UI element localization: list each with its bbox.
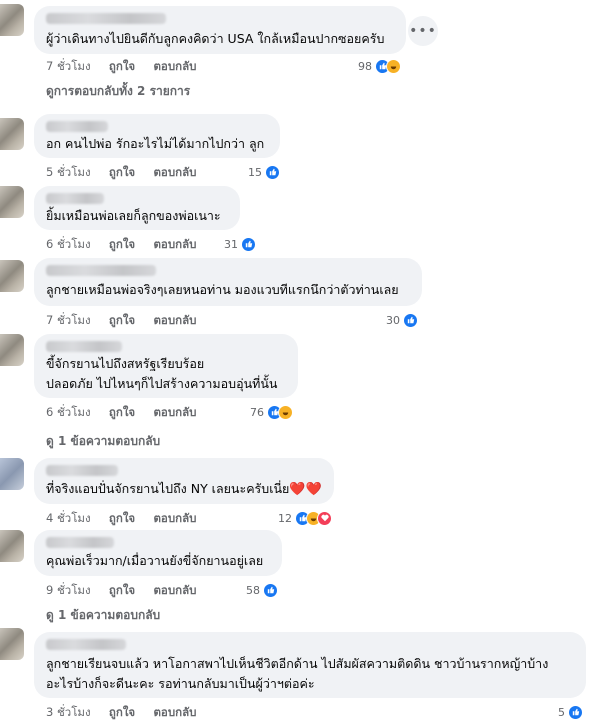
reply-action[interactable]: ตอบกลับ xyxy=(153,313,196,327)
comment-text-body: ที่จริงแอบปั่นจักรยานไปถึง NY เลยนะครับเ… xyxy=(46,481,290,496)
comment-bubble: ยิ้มเหมือนพ่อเลยก็ลูกของพ่อเนาะ xyxy=(34,186,240,230)
comment-text: ลูกชายเหมือนพ่อจริงๆเลยหนอท่าน มองแวบทีแ… xyxy=(46,282,399,297)
timestamp[interactable]: 9 ชั่วโมง xyxy=(46,583,91,597)
reply-action[interactable]: ตอบกลับ xyxy=(153,583,196,597)
reply-action[interactable]: ตอบกลับ xyxy=(153,165,196,179)
comment-text: ที่จริงแอบปั่นจักรยานไปถึง NY เลยนะครับเ… xyxy=(46,479,322,500)
timestamp[interactable]: 4 ชั่วโมง xyxy=(46,511,91,525)
comment-meta: 9 ชั่วโมง ถูกใจ ตอบกลับ xyxy=(46,582,196,600)
view-replies-link[interactable]: ดู 1 ข้อความตอบกลับ xyxy=(46,606,160,625)
comment-text: คุณพ่อเร็วมาก/เมื่อวานยังขี่จักยานอยู่เล… xyxy=(46,553,264,568)
author-name[interactable] xyxy=(46,265,156,276)
comment-meta: 4 ชั่วโมง ถูกใจ ตอบกลับ xyxy=(46,510,196,528)
love-icon xyxy=(317,510,332,526)
author-name[interactable] xyxy=(46,465,118,476)
reaction-count: 31 xyxy=(224,237,238,251)
like-icon xyxy=(568,704,583,720)
like-icon xyxy=(263,582,278,598)
reply-action[interactable]: ตอบกลับ xyxy=(153,405,196,419)
comment-bubble: อก คนไปพ่อ รักอะไรไม่ได้มากไปกว่า ลูก xyxy=(34,114,280,158)
comment-bubble: ลูกชายเหมือนพ่อจริงๆเลยหนอท่าน มองแวบทีแ… xyxy=(34,258,422,306)
avatar[interactable] xyxy=(0,118,24,150)
comment-text: ลูกชายเรียนจบแล้ว หาโอกาสพาไปเห็นชีวิตอี… xyxy=(46,656,549,671)
avatar[interactable] xyxy=(0,4,24,36)
haha-icon xyxy=(386,58,401,74)
reaction-summary[interactable]: 30 xyxy=(386,310,418,330)
comment-bubble: คุณพ่อเร็วมาก/เมื่อวานยังขี่จักยานอยู่เล… xyxy=(34,530,282,576)
avatar[interactable] xyxy=(0,530,24,562)
reply-action[interactable]: ตอบกลับ xyxy=(153,237,196,251)
avatar[interactable] xyxy=(0,628,24,660)
avatar[interactable] xyxy=(0,458,24,490)
comment-bubble: ที่จริงแอบปั่นจักรยานไปถึง NY เลยนะครับเ… xyxy=(34,458,334,504)
reaction-count: 15 xyxy=(248,165,262,179)
comment-text: ผู้ว่าเดินทางไปยินดีกับลูกคงคิดว่า USA ใ… xyxy=(46,31,385,46)
comment-bubble: ลูกชายเรียนจบแล้ว หาโอกาสพาไปเห็นชีวิตอี… xyxy=(34,632,586,698)
author-name[interactable] xyxy=(46,639,126,650)
reply-action[interactable]: ตอบกลับ xyxy=(153,59,196,73)
comment-meta: 3 ชั่วโมง ถูกใจ ตอบกลับ xyxy=(46,704,196,720)
reaction-summary[interactable]: 31 xyxy=(224,234,256,254)
reaction-summary[interactable]: 5 xyxy=(558,702,583,720)
author-name[interactable] xyxy=(46,193,104,204)
reaction-count: 12 xyxy=(278,511,292,525)
comment-text: อก คนไปพ่อ รักอะไรไม่ได้มากไปกว่า ลูก xyxy=(46,136,265,151)
view-replies-link[interactable]: ดู 1 ข้อความตอบกลับ xyxy=(46,432,160,451)
comment-text: ปลอดภัย ไปไหนๆก็ไปสร้างความอบอุ่นที่นั้น xyxy=(46,376,278,391)
like-icon xyxy=(403,312,418,328)
like-action[interactable]: ถูกใจ xyxy=(109,313,135,327)
like-action[interactable]: ถูกใจ xyxy=(109,165,135,179)
like-action[interactable]: ถูกใจ xyxy=(109,705,135,719)
heart-emoji: ❤️❤️ xyxy=(289,482,322,497)
reaction-summary[interactable]: 12 xyxy=(278,508,332,528)
like-action[interactable]: ถูกใจ xyxy=(109,405,135,419)
reply-action[interactable]: ตอบกลับ xyxy=(153,705,196,719)
comment-meta: 5 ชั่วโมง ถูกใจ ตอบกลับ xyxy=(46,164,196,182)
timestamp[interactable]: 7 ชั่วโมง xyxy=(46,313,91,327)
reaction-count: 76 xyxy=(250,405,264,419)
like-action[interactable]: ถูกใจ xyxy=(109,583,135,597)
reaction-summary[interactable]: 58 xyxy=(246,580,278,600)
comment-text: ขี้จักรยานไปถึงสหรัฐเรียบร้อย xyxy=(46,356,205,371)
more-options-button[interactable]: ••• xyxy=(408,16,438,46)
timestamp[interactable]: 6 ชั่วโมง xyxy=(46,237,91,251)
like-action[interactable]: ถูกใจ xyxy=(109,237,135,251)
comment-bubble: ขี้จักรยานไปถึงสหรัฐเรียบร้อย ปลอดภัย ไป… xyxy=(34,334,298,398)
avatar[interactable] xyxy=(0,186,24,218)
reaction-count: 5 xyxy=(558,705,565,719)
like-action[interactable]: ถูกใจ xyxy=(109,59,135,73)
timestamp[interactable]: 6 ชั่วโมง xyxy=(46,405,91,419)
timestamp[interactable]: 3 ชั่วโมง xyxy=(46,705,91,719)
view-replies-link[interactable]: ดูการตอบกลับทั้ง 2 รายการ xyxy=(46,82,190,101)
ellipsis-icon: ••• xyxy=(409,23,437,39)
author-name[interactable] xyxy=(46,121,108,132)
comment-text: ยิ้มเหมือนพ่อเลยก็ลูกของพ่อเนาะ xyxy=(46,208,221,223)
timestamp[interactable]: 7 ชั่วโมง xyxy=(46,59,91,73)
reaction-count: 58 xyxy=(246,583,260,597)
reply-action[interactable]: ตอบกลับ xyxy=(153,511,196,525)
like-action[interactable]: ถูกใจ xyxy=(109,511,135,525)
comment-meta: 7 ชั่วโมง ถูกใจ ตอบกลับ xyxy=(46,58,196,76)
like-icon xyxy=(241,236,256,252)
author-name[interactable] xyxy=(46,13,166,24)
timestamp[interactable]: 5 ชั่วโมง xyxy=(46,165,91,179)
reaction-summary[interactable]: 15 xyxy=(248,162,280,182)
author-name[interactable] xyxy=(46,341,122,352)
avatar[interactable] xyxy=(0,260,24,292)
reaction-summary[interactable]: 98 xyxy=(358,56,401,76)
comment-meta: 6 ชั่วโมง ถูกใจ ตอบกลับ xyxy=(46,404,196,422)
comment-bubble: ผู้ว่าเดินทางไปยินดีกับลูกคงคิดว่า USA ใ… xyxy=(34,6,406,54)
comment-meta: 7 ชั่วโมง ถูกใจ ตอบกลับ xyxy=(46,312,196,330)
haha-icon xyxy=(278,404,293,420)
author-name[interactable] xyxy=(46,537,114,548)
comment-meta: 6 ชั่วโมง ถูกใจ ตอบกลับ xyxy=(46,236,196,254)
comment-text: อะไรบ้างก็จะดีนะคะ รอท่านกลับมาเป็นผู้ว่… xyxy=(46,676,315,691)
like-icon xyxy=(265,164,280,180)
reaction-summary[interactable]: 76 xyxy=(250,402,293,422)
avatar[interactable] xyxy=(0,334,24,366)
reaction-count: 30 xyxy=(386,313,400,327)
reaction-count: 98 xyxy=(358,59,372,73)
